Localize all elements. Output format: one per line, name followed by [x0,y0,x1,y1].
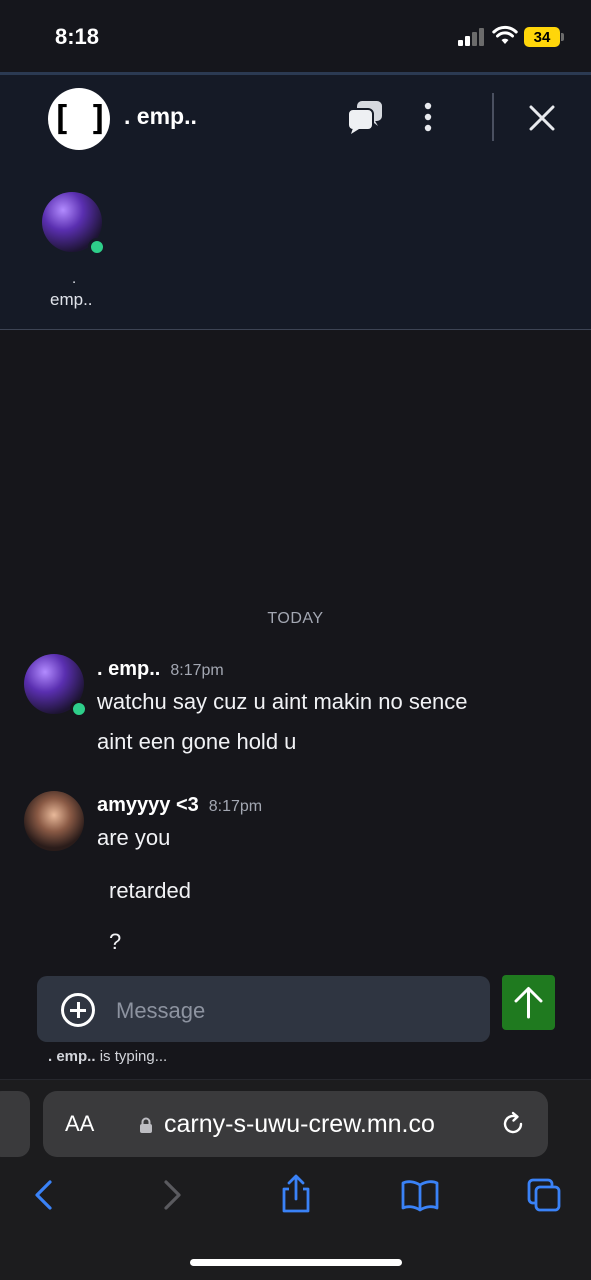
arrow-up-icon [514,987,543,1019]
avatar[interactable] [24,654,88,718]
tabs-icon[interactable] [526,1177,562,1213]
member-name: emp.. [50,290,93,309]
back-icon[interactable] [26,1177,62,1213]
lock-icon [140,1117,152,1133]
avatar[interactable] [24,791,84,851]
message-sender[interactable]: . emp.. 8:17pm [97,658,224,681]
typing-text: is typing... [99,1048,168,1065]
chat-bubbles-icon[interactable] [346,99,384,135]
add-attachment-icon[interactable] [61,993,95,1027]
battery-icon: 34 [524,27,564,47]
message-timestamp: 8:17pm [170,662,224,679]
typing-indicator: . emp.. is typing... [48,1048,167,1065]
message-line: retarded [109,878,191,903]
reader-settings-button[interactable]: AA [65,1111,94,1137]
sender-name[interactable]: amyyyy <3 [97,794,199,816]
forward-icon[interactable] [154,1177,190,1213]
message-line: aint een gone hold u [97,729,297,754]
message-composer: Message . emp.. is typing... [0,975,591,1080]
bookmarks-icon[interactable] [400,1177,440,1213]
message-line: watchu say cuz u aint makin no sence [97,689,468,714]
member-item[interactable] [42,192,106,256]
message-line: ? [109,929,122,954]
status-bar: 8:18 34 [0,0,591,72]
status-time: 8:18 [55,24,100,49]
message-timestamp: 8:17pm [208,798,263,815]
online-indicator [70,700,88,718]
message-input[interactable]: Message [37,976,490,1042]
battery-level: 34 [533,28,551,46]
group-avatar[interactable]: [ ] [48,88,110,150]
cellular-signal-icon [458,28,486,46]
typing-user: . emp.. [48,1048,96,1065]
message-line: are you [97,825,171,850]
message-list[interactable]: TODAY . emp.. 8:17pm watchu say cuz u ain… [0,330,591,975]
chat-header: [ ] . emp.. . emp.. [0,72,591,330]
home-indicator[interactable] [190,1259,402,1266]
member-name-prefix: . [72,270,77,287]
send-button[interactable] [502,975,555,1030]
message-sender[interactable]: amyyyy <3 8:17pm [97,794,262,817]
reload-icon[interactable] [501,1111,527,1137]
url-text[interactable]: carny-s-uwu-crew.mn.co [164,1110,435,1139]
message-placeholder[interactable]: Message [116,998,205,1024]
online-indicator [88,238,106,256]
member-avatar[interactable] [42,192,106,256]
address-bar[interactable]: AA carny-s-uwu-crew.mn.co [43,1091,548,1157]
more-options-icon[interactable] [422,101,434,133]
chat-title[interactable]: . emp.. [124,103,197,130]
date-separator: TODAY [267,610,324,627]
header-divider [492,93,494,141]
share-icon[interactable] [278,1174,314,1214]
previous-tab-preview[interactable] [0,1091,30,1157]
sender-name[interactable]: . emp.. [97,658,160,680]
wifi-icon [492,25,518,44]
message-body: watchu say cuz u aint makin no sence ain… [97,682,468,762]
close-icon[interactable] [529,105,555,131]
